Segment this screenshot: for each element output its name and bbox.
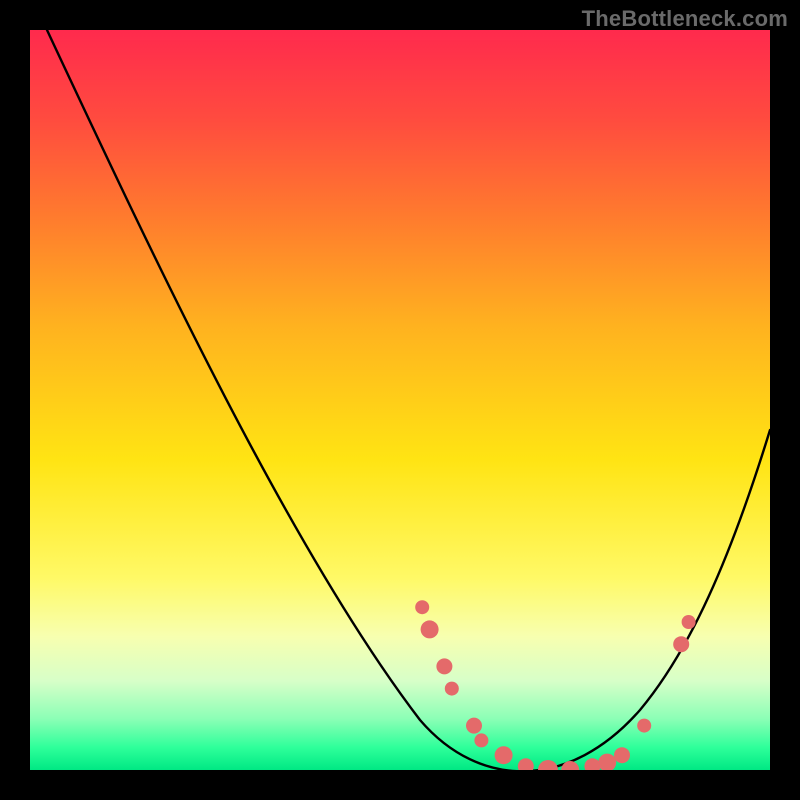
- data-marker: [518, 758, 534, 770]
- data-marker: [561, 761, 579, 770]
- data-marker: [637, 719, 651, 733]
- chart-frame: TheBottleneck.com: [0, 0, 800, 800]
- data-marker: [673, 636, 689, 652]
- data-marker: [445, 682, 459, 696]
- data-marker: [495, 746, 513, 764]
- data-marker: [436, 658, 452, 674]
- data-marker: [682, 615, 696, 629]
- data-marker: [584, 758, 600, 770]
- watermark-text: TheBottleneck.com: [582, 6, 788, 32]
- data-marker: [466, 718, 482, 734]
- chart-overlay: [30, 30, 770, 770]
- data-marker: [614, 747, 630, 763]
- data-marker: [598, 754, 616, 770]
- data-marker: [415, 600, 429, 614]
- marker-group: [415, 600, 695, 770]
- data-marker: [474, 733, 488, 747]
- data-marker: [421, 620, 439, 638]
- data-marker: [538, 760, 558, 770]
- bottleneck-curve: [47, 30, 770, 770]
